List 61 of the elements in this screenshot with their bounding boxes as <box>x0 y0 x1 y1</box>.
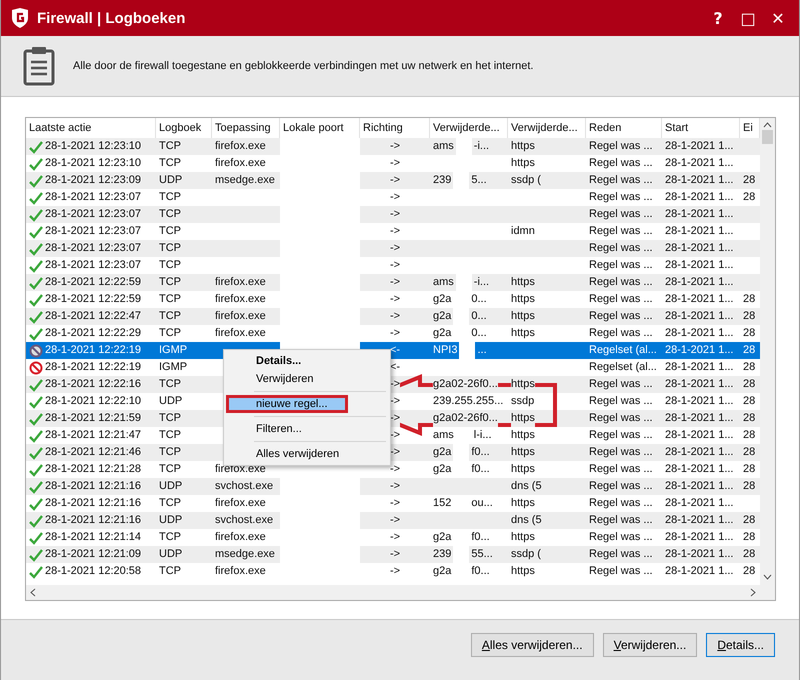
check-icon <box>29 140 43 154</box>
check-icon <box>29 496 43 510</box>
close-button[interactable]: ✕ <box>767 8 789 28</box>
table-cell: g2a 0... <box>433 308 487 325</box>
scroll-thumb[interactable] <box>762 130 773 144</box>
table-row[interactable]: 28-1-2021 12:22:59 TCP firefox.exe -> ams -i... https Regel was ... 28-1-2021 1... <box>26 274 760 291</box>
table-cell: 239 55... <box>433 546 493 563</box>
table-cell: ams -i... <box>433 274 490 291</box>
check-icon <box>29 258 43 272</box>
check-icon <box>29 564 43 578</box>
table-row[interactable]: 28-1-2021 12:23:09 UDP msedge.exe -> 239 5... ssdp ( Regel was ... 28-1-2021 1... 28 <box>26 172 760 189</box>
blocked-icon <box>29 344 43 358</box>
check-icon <box>29 208 43 222</box>
menu-item[interactable]: Alles verwijderen <box>226 445 388 463</box>
table-cell: g2a f0... <box>433 444 490 461</box>
check-icon <box>29 156 43 170</box>
table-cell: NPI3 ... <box>433 342 487 359</box>
check-icon <box>29 428 43 442</box>
check-icon <box>29 462 43 476</box>
check-icon <box>29 530 43 544</box>
menu-item[interactable]: nieuwe regel... <box>226 395 348 413</box>
table-row[interactable]: 28-1-2021 12:23:07 TCP -> Regel was ... 28-1-2021 1... <box>26 206 760 223</box>
table-cell: 239 5... <box>433 172 487 189</box>
help-button[interactable]: ? <box>707 8 729 28</box>
maximize-button[interactable]: □ <box>737 8 759 28</box>
scroll-up-icon[interactable] <box>763 122 772 128</box>
dialog-button[interactable]: Details... <box>706 633 775 657</box>
check-icon <box>29 378 43 392</box>
check-icon <box>29 394 43 408</box>
scroll-right-icon[interactable] <box>750 588 756 597</box>
window-title: Firewall | Logboeken <box>37 10 186 26</box>
blocked-icon <box>29 360 43 374</box>
scroll-left-icon[interactable] <box>30 588 36 597</box>
table-row[interactable]: 28-1-2021 12:22:47 TCP firefox.exe -> g2a 0... https Regel was ... 28-1-2021 1... 28 <box>26 308 760 325</box>
table-row[interactable]: 28-1-2021 12:23:07 TCP -> Regel was ... 28-1-2021 1... <box>26 240 760 257</box>
check-icon <box>29 412 43 426</box>
horizontal-scrollbar[interactable] <box>26 585 760 600</box>
check-icon <box>29 242 43 256</box>
scroll-down-icon[interactable] <box>763 574 772 580</box>
vertical-scrollbar[interactable] <box>760 118 775 600</box>
check-icon <box>29 446 43 460</box>
table-row[interactable]: 28-1-2021 12:21:09 UDP msedge.exe -> 239 55... ssdp ( Regel was ... 28-1-2021 1... 28 <box>26 546 760 563</box>
table-row[interactable]: 28-1-2021 12:21:16 UDP svchost.exe -> dns (5 Regel was ... 28-1-2021 1... 28 <box>26 512 760 529</box>
shield-logo-icon <box>11 8 29 28</box>
check-icon <box>29 292 43 306</box>
check-icon <box>29 480 43 494</box>
dialog-button[interactable]: Alles verwijderen... <box>470 633 594 657</box>
description-text: Alle door de firewall toegestane en geblokkeerde verbindingen met uw netwerk en het internet. <box>73 60 534 72</box>
table-cell: ams -i... <box>433 138 490 155</box>
clipboard-icon <box>23 46 55 86</box>
table-row[interactable]: 28-1-2021 12:21:16 UDP svchost.exe -> dns (5 Regel was ... 28-1-2021 1... 28 <box>26 478 760 495</box>
check-icon <box>29 174 43 188</box>
check-icon <box>29 548 43 562</box>
check-icon <box>29 326 43 340</box>
check-icon <box>29 190 43 204</box>
check-icon <box>29 310 43 324</box>
check-icon <box>29 276 43 290</box>
dialog-button[interactable]: Verwijderen... <box>602 633 698 657</box>
table-row[interactable]: 28-1-2021 12:23:10 TCP firefox.exe -> ams -i... https Regel was ... 28-1-2021 1... <box>26 138 760 155</box>
check-icon <box>29 514 43 528</box>
check-icon <box>29 224 43 238</box>
